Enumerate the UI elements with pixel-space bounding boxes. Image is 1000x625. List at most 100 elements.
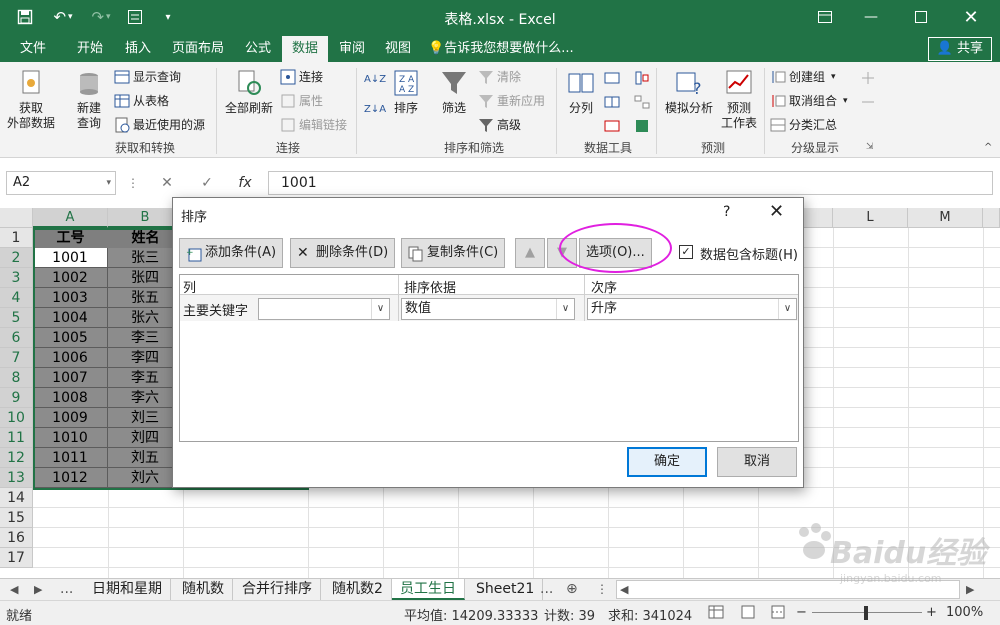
add-level-button[interactable]: + 添加条件(A) — [179, 238, 284, 268]
row-header[interactable]: 17 — [0, 548, 33, 568]
column-header-a[interactable]: A — [33, 208, 108, 228]
row-header[interactable]: 7 — [0, 348, 33, 368]
zoom-in-icon[interactable]: + — [926, 605, 937, 620]
table-cell[interactable]: 1008 — [33, 388, 108, 408]
tab-splitter-icon[interactable]: ⋮ — [596, 579, 608, 600]
insert-function-icon[interactable]: fx — [232, 171, 258, 195]
zoom-level[interactable]: 100% — [946, 605, 983, 620]
cancel-entry-icon[interactable]: ✕ — [154, 171, 180, 195]
move-up-button[interactable]: ▲ — [515, 238, 545, 268]
cancel-button[interactable]: 取消 — [717, 447, 797, 477]
collapse-ribbon-icon[interactable]: ^ — [984, 142, 992, 153]
row-header[interactable]: 15 — [0, 508, 33, 528]
filter-button[interactable]: 筛选 — [436, 68, 472, 116]
row-header[interactable]: 14 — [0, 488, 33, 508]
sheet-tab[interactable]: 日期和星期 — [84, 579, 171, 600]
sort-on-select[interactable]: 数值 ∨ — [401, 298, 575, 320]
text-to-columns-button[interactable]: 分列 — [562, 68, 600, 116]
reapply-button[interactable]: 重新应用 — [478, 92, 545, 109]
table-cell[interactable]: 1007 — [33, 368, 108, 388]
from-table-button[interactable]: 从表格 — [114, 92, 169, 109]
sheet-more-right[interactable]: ... — [540, 579, 553, 600]
row-header[interactable]: 13 — [0, 468, 33, 488]
data-validation-button[interactable] — [604, 118, 623, 134]
normal-view-icon[interactable] — [708, 604, 724, 624]
table-cell[interactable]: 1003 — [33, 288, 108, 308]
sort-descending-button[interactable]: Z↓A — [364, 104, 386, 115]
help-icon[interactable]: ? — [723, 204, 730, 220]
ribbon-display-icon[interactable] — [810, 4, 840, 30]
row-header[interactable]: 3 — [0, 268, 33, 288]
tab-data[interactable]: 数据 — [282, 36, 328, 62]
minimize-icon[interactable]: — — [856, 4, 886, 30]
table-cell[interactable]: 1012 — [33, 468, 108, 488]
delete-level-button[interactable]: ✕ 删除条件(D) — [290, 238, 396, 268]
close-window-icon[interactable]: ✕ — [956, 4, 986, 30]
row-header[interactable]: 12 — [0, 448, 33, 468]
sort-button[interactable]: Z AA Z 排序 — [390, 68, 422, 116]
page-layout-view-icon[interactable] — [740, 604, 756, 624]
options-button[interactable]: 选项(O)... — [579, 238, 652, 268]
clear-button[interactable]: 清除 — [478, 68, 521, 85]
tab-page-layout[interactable]: 页面布局 — [162, 36, 234, 62]
column-header-m[interactable]: M — [908, 208, 983, 228]
relationships-button[interactable] — [634, 94, 653, 110]
zoom-out-icon[interactable]: − — [796, 605, 807, 620]
properties-button[interactable]: 属性 — [280, 92, 323, 109]
name-box[interactable]: A2 ▾ — [6, 171, 116, 195]
table-cell[interactable]: 1009 — [33, 408, 108, 428]
row-header[interactable]: 1 — [0, 228, 33, 248]
next-sheet-icon[interactable]: ▶ — [34, 579, 42, 600]
sort-ascending-button[interactable]: A↓Z — [364, 74, 386, 85]
tab-formulas[interactable]: 公式 — [236, 36, 280, 62]
tab-file[interactable]: 文件 — [8, 36, 58, 62]
get-external-data-button[interactable]: 获取 外部数据 — [2, 68, 60, 131]
show-detail-button[interactable] — [860, 70, 879, 86]
table-cell[interactable]: 1002 — [33, 268, 108, 288]
zoom-slider-thumb[interactable] — [864, 606, 868, 620]
remove-duplicates-button[interactable] — [604, 94, 623, 110]
row-header[interactable]: 11 — [0, 428, 33, 448]
tab-view[interactable]: 视图 — [376, 36, 420, 62]
tell-me-box[interactable]: 💡告诉我您想要做什么... — [428, 36, 598, 62]
close-icon[interactable]: ✕ — [769, 201, 784, 222]
row-header[interactable]: 8 — [0, 368, 33, 388]
tab-review[interactable]: 审阅 — [330, 36, 374, 62]
chevron-down-icon[interactable]: ∨ — [778, 299, 796, 319]
column-header-l[interactable]: L — [833, 208, 908, 228]
table-cell[interactable]: 1006 — [33, 348, 108, 368]
edit-links-button[interactable]: 编辑链接 — [280, 116, 347, 133]
row-header[interactable]: 6 — [0, 328, 33, 348]
row-header[interactable]: 16 — [0, 528, 33, 548]
sheet-tab[interactable]: 合并行排序 — [234, 579, 321, 600]
tab-insert[interactable]: 插入 — [116, 36, 160, 62]
ungroup-button[interactable]: 取消组合 ▾ — [770, 92, 848, 109]
sheet-tab-active[interactable]: 员工生日 — [392, 579, 465, 600]
prev-sheet-icon[interactable]: ◀ — [10, 579, 18, 600]
ok-button[interactable]: 确定 — [627, 447, 707, 477]
sheet-tab[interactable]: 随机数 — [174, 579, 233, 600]
chevron-down-icon[interactable]: ∨ — [371, 299, 389, 319]
group-button[interactable]: 创建组 ▾ — [770, 68, 836, 85]
order-select[interactable]: 升序 ∨ — [587, 298, 797, 320]
has-headers-checkbox[interactable]: ✓ — [679, 245, 693, 259]
column-header[interactable] — [983, 208, 1000, 228]
recent-sources-button[interactable]: 最近使用的源 — [114, 116, 205, 133]
sheet-tab[interactable]: Sheet21 — [468, 579, 544, 600]
outline-settings-icon[interactable]: ⇲ — [866, 142, 874, 152]
sheet-more-left[interactable]: ... — [60, 579, 73, 600]
table-cell[interactable]: 1010 — [33, 428, 108, 448]
name-box-dropdown-icon[interactable]: ▾ — [106, 172, 111, 194]
hide-detail-button[interactable] — [860, 94, 879, 110]
share-button[interactable]: 👤 共享 — [927, 37, 992, 61]
select-all-corner[interactable] — [0, 208, 33, 228]
row-header[interactable]: 9 — [0, 388, 33, 408]
row-header[interactable]: 4 — [0, 288, 33, 308]
what-if-analysis-button[interactable]: ? 模拟分析 — [660, 68, 718, 116]
move-down-button[interactable]: ▼ — [547, 238, 577, 268]
has-headers-label[interactable]: 数据包含标题(H) — [700, 244, 798, 263]
subtotal-button[interactable]: 分类汇总 — [770, 116, 837, 133]
sheet-tab[interactable]: 随机数2 — [324, 579, 392, 600]
advanced-button[interactable]: 高级 — [478, 116, 521, 133]
maximize-icon[interactable] — [906, 4, 936, 30]
